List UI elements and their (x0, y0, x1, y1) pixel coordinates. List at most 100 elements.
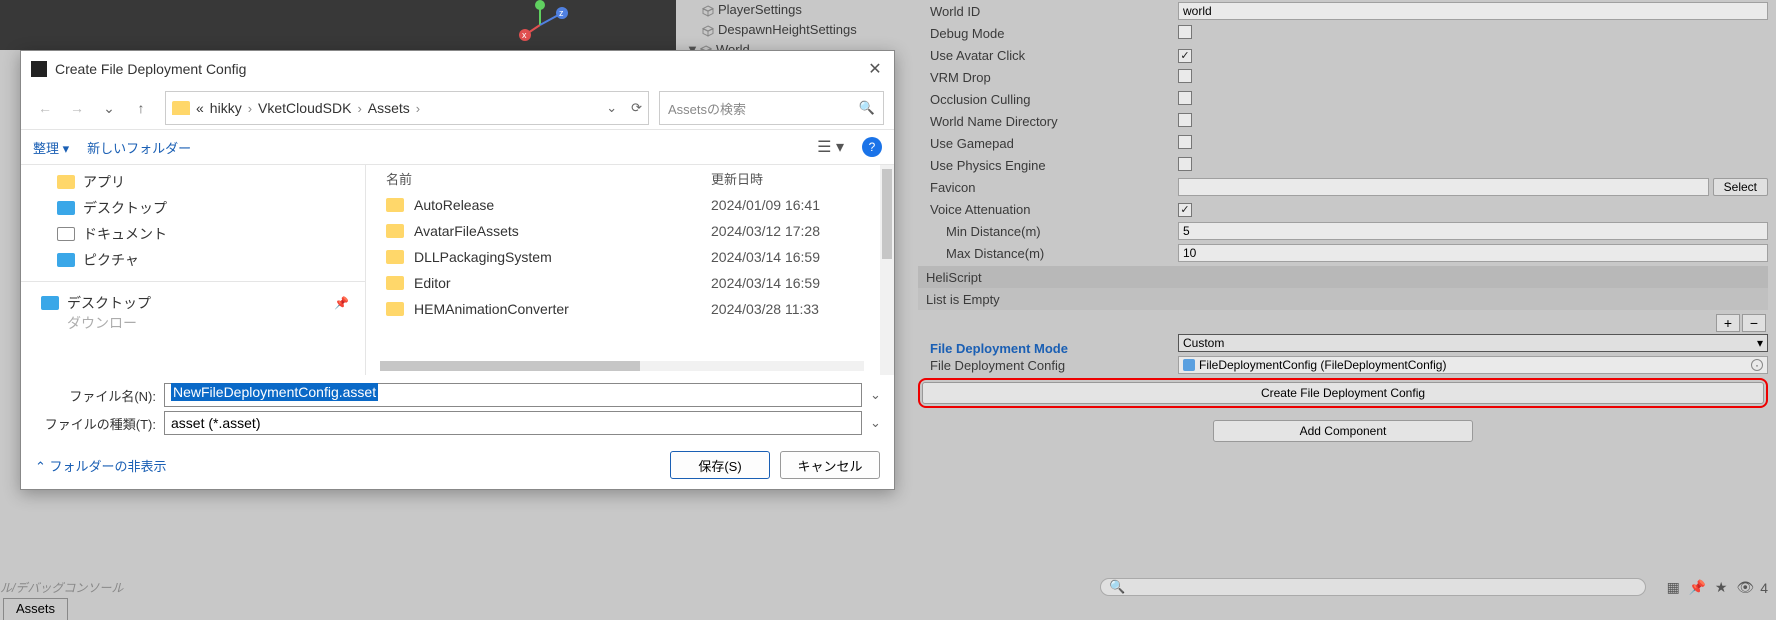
project-search-input[interactable]: 🔍 (1100, 578, 1646, 596)
filetype-label: ファイルの種類(T): (31, 414, 156, 433)
assets-tab[interactable]: Assets (3, 598, 68, 620)
crumb[interactable]: hikky (210, 100, 242, 116)
breadcrumb-path[interactable]: « hikky› VketCloudSDK› Assets› ⌄ ⟳ (165, 91, 649, 125)
physics-label: Use Physics Engine (918, 158, 1178, 173)
filename-dropdown-icon[interactable]: ⌄ (870, 387, 884, 403)
tree-desktop[interactable]: デスクトップ 📌 (41, 290, 365, 316)
voice-atten-label: Voice Attenuation (918, 202, 1178, 217)
avatar-click-checkbox[interactable] (1178, 49, 1192, 63)
tree-label: デスクトップ (67, 293, 151, 313)
object-picker-icon[interactable] (1751, 359, 1763, 371)
file-date: 2024/03/14 16:59 (711, 275, 820, 291)
avatar-click-label: Use Avatar Click (918, 48, 1178, 63)
save-file-dialog: Create File Deployment Config ✕ ← → ⌄ ↑ … (20, 50, 895, 490)
dialog-navbar: ← → ⌄ ↑ « hikky› VketCloudSDK› Assets› ⌄… (21, 87, 894, 129)
hierarchy-label: DespawnHeightSettings (718, 21, 857, 39)
nav-up-button[interactable]: ↑ (127, 94, 155, 122)
organize-menu[interactable]: 整理 ▾ (33, 138, 69, 157)
world-name-dir-label: World Name Directory (918, 114, 1178, 129)
list-add-button[interactable]: + (1716, 314, 1740, 332)
quick-access-apps[interactable]: アプリ (57, 169, 365, 195)
file-row[interactable]: AutoRelease2024/01/09 16:41 (386, 192, 874, 218)
world-id-input[interactable] (1178, 2, 1768, 20)
file-deployment-mode-select[interactable]: Custom▾ (1178, 334, 1768, 352)
folder-icon (386, 224, 404, 238)
gameobject-icon (702, 4, 714, 16)
folder-icon (57, 175, 75, 189)
favicon-select-button[interactable]: Select (1713, 178, 1768, 196)
view-options-button[interactable]: ☰ ▾ (817, 137, 844, 157)
dialog-search-input[interactable]: Assetsの検索 🔍 (659, 91, 884, 125)
physics-checkbox[interactable] (1178, 157, 1192, 171)
col-date-header[interactable]: 更新日時 (711, 169, 851, 188)
sidebar: アプリ デスクトップ ドキュメント ピクチャ デスクトップ 📌 ダウンロー (21, 165, 366, 375)
heliscript-header: HeliScript (918, 266, 1768, 288)
dialog-footer: ⌃ フォルダーの非表示 保存(S) キャンセル (21, 443, 894, 489)
quick-access-desktop[interactable]: デスクトップ (57, 195, 365, 221)
hide-folders-toggle[interactable]: ⌃ フォルダーの非表示 (35, 456, 167, 475)
column-headers[interactable]: 名前 更新日時 (366, 165, 894, 192)
file-row[interactable]: AvatarFileAssets2024/03/12 17:28 (386, 218, 874, 244)
pin-icon[interactable]: 📌 (334, 296, 349, 310)
crumb[interactable]: VketCloudSDK (258, 100, 351, 116)
col-name-header[interactable]: 名前 (386, 169, 711, 188)
crumb[interactable]: Assets (368, 100, 410, 116)
vrm-drop-checkbox[interactable] (1178, 69, 1192, 83)
crumb-prefix: « (196, 100, 204, 116)
asset-icon (1183, 359, 1195, 371)
file-name: HEMAnimationConverter (414, 301, 711, 317)
add-component-button[interactable]: Add Component (1213, 420, 1473, 442)
file-date: 2024/03/28 11:33 (711, 301, 819, 317)
max-distance-input[interactable] (1178, 244, 1768, 262)
save-button[interactable]: 保存(S) (670, 451, 770, 479)
close-button[interactable]: ✕ (866, 59, 884, 79)
quick-access-pictures[interactable]: ピクチャ (57, 247, 365, 273)
file-date: 2024/01/09 16:41 (711, 197, 820, 213)
favicon-label: Favicon (918, 180, 1178, 195)
gamepad-checkbox[interactable] (1178, 135, 1192, 149)
tree-downloads[interactable]: ダウンロー (41, 316, 365, 330)
hierarchy-item[interactable]: PlayerSettings (680, 0, 900, 20)
new-folder-button[interactable]: 新しいフォルダー (87, 138, 191, 157)
world-name-dir-checkbox[interactable] (1178, 113, 1192, 127)
occlusion-label: Occlusion Culling (918, 92, 1178, 107)
file-deployment-config-ref[interactable]: FileDeploymentConfig (FileDeploymentConf… (1178, 356, 1768, 374)
dialog-toolbar: 整理 ▾ 新しいフォルダー ☰ ▾ ? (21, 129, 894, 165)
file-name: AvatarFileAssets (414, 223, 711, 239)
nav-recent-button[interactable]: ⌄ (95, 94, 123, 122)
file-row[interactable]: DLLPackagingSystem2024/03/14 16:59 (386, 244, 874, 270)
refresh-icon[interactable]: ⟳ (631, 100, 642, 116)
vertical-scrollbar[interactable] (880, 165, 894, 375)
cancel-button[interactable]: キャンセル (780, 451, 880, 479)
filetype-value: asset (*.asset) (171, 415, 260, 431)
create-file-deployment-config-button[interactable]: Create File Deployment Config (922, 382, 1764, 404)
filetype-select[interactable]: asset (*.asset) (164, 411, 862, 435)
voice-atten-checkbox[interactable] (1178, 203, 1192, 217)
file-row[interactable]: HEMAnimationConverter2024/03/28 11:33 (386, 296, 874, 322)
visibility-icon[interactable]: 👁 (1736, 579, 1754, 596)
occlusion-checkbox[interactable] (1178, 91, 1192, 105)
help-button[interactable]: ? (862, 137, 882, 157)
star-icon[interactable]: ★ (1712, 579, 1730, 596)
list-remove-button[interactable]: − (1742, 314, 1766, 332)
folder-icon (386, 302, 404, 316)
max-distance-label: Max Distance(m) (918, 246, 1178, 261)
file-row[interactable]: Editor2024/03/14 16:59 (386, 270, 874, 296)
filename-input[interactable]: NewFileDeploymentConfig.asset (164, 383, 862, 407)
pin-icon[interactable]: 📌 (1688, 579, 1706, 596)
file-name: AutoRelease (414, 197, 711, 213)
path-dropdown-icon[interactable]: ⌄ (606, 100, 617, 116)
nav-forward-button[interactable]: → (63, 94, 91, 122)
svg-text:z: z (559, 8, 564, 18)
favicon-path-input[interactable] (1178, 178, 1709, 196)
min-distance-input[interactable] (1178, 222, 1768, 240)
nav-back-button[interactable]: ← (31, 94, 59, 122)
layers-icon[interactable]: ▦ (1664, 579, 1682, 596)
world-id-label: World ID (918, 4, 1178, 19)
debug-mode-checkbox[interactable] (1178, 25, 1192, 39)
file-deployment-config-label: File Deployment Config (918, 358, 1178, 373)
quick-access-documents[interactable]: ドキュメント (57, 221, 365, 247)
horizontal-scrollbar[interactable] (380, 361, 864, 371)
hierarchy-item[interactable]: DespawnHeightSettings (680, 20, 900, 40)
filetype-dropdown-icon[interactable]: ⌄ (870, 415, 884, 431)
